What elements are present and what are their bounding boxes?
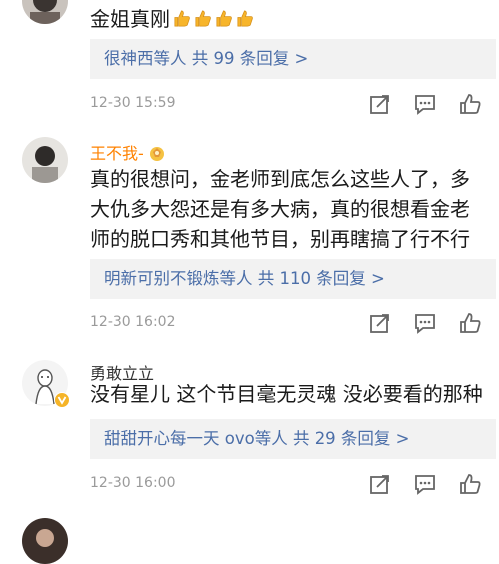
replies-link[interactable]: 甜甜开心每一天 ovo等人 共 29 条回复 > bbox=[90, 419, 496, 459]
comment-text: 金姐真刚 bbox=[90, 4, 487, 34]
replies-link[interactable]: 很神西等人 共 99 条回复 > bbox=[90, 39, 496, 79]
replies-link[interactable]: 明新可别不锻炼等人 共 110 条回复 > bbox=[90, 259, 496, 299]
comment-actions bbox=[369, 93, 499, 117]
comment-icon[interactable] bbox=[414, 93, 436, 119]
avatar[interactable] bbox=[22, 0, 68, 24]
comment-1: 金姐真刚 很神西等人 共 99 条回复 > 12-30 15:59 bbox=[0, 0, 499, 120]
like-icon[interactable] bbox=[459, 93, 481, 119]
like-icon[interactable] bbox=[459, 473, 481, 499]
comment-2: 王不我- 真的很想问，金老师到底怎么这些人了，多大仇多大怨还是有多大病，真的很想… bbox=[0, 120, 499, 350]
share-icon[interactable] bbox=[369, 312, 391, 338]
timestamp: 12-30 16:00 bbox=[90, 475, 176, 491]
timestamp: 12-30 15:59 bbox=[90, 95, 176, 111]
comment-icon[interactable] bbox=[414, 473, 436, 499]
comment-text: 没有星儿 这个节目毫无灵魂 没必要看的那种 bbox=[90, 382, 483, 406]
comment-actions bbox=[369, 312, 499, 336]
comment-actions bbox=[369, 473, 499, 497]
comment-icon[interactable] bbox=[414, 312, 436, 338]
share-icon[interactable] bbox=[369, 473, 391, 499]
verified-badge-icon bbox=[144, 144, 166, 163]
verified-badge-icon bbox=[54, 392, 70, 412]
comment-4 bbox=[0, 510, 499, 564]
username[interactable]: 王不我- bbox=[90, 140, 166, 164]
share-icon[interactable] bbox=[369, 93, 391, 119]
avatar[interactable] bbox=[22, 137, 68, 183]
timestamp: 12-30 16:02 bbox=[90, 314, 176, 330]
thumbs-up-emoji-icon bbox=[170, 7, 254, 31]
comment-3: 勇敢立立 没有星儿 这个节目毫无灵魂 没必要看的那种 甜甜开心每一天 ovo等人… bbox=[0, 350, 499, 510]
like-icon[interactable] bbox=[459, 312, 481, 338]
